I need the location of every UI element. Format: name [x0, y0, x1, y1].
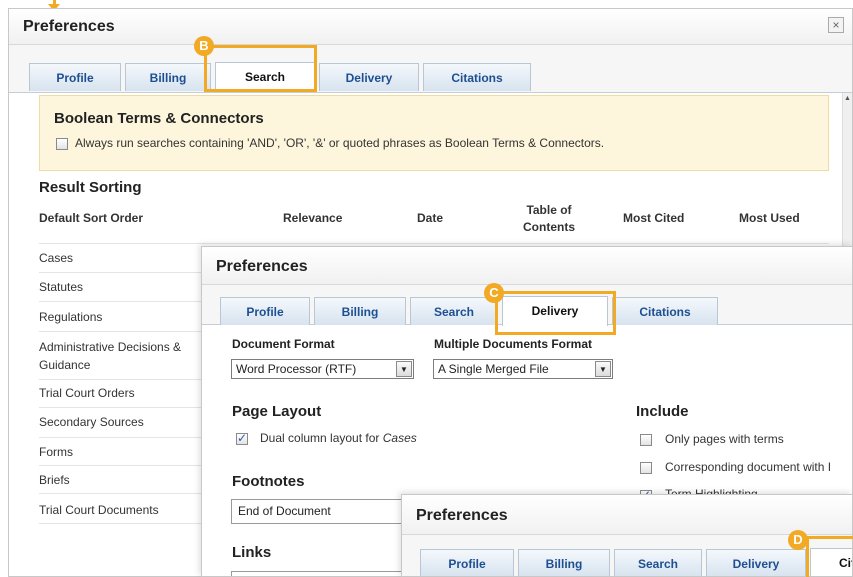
dialog-title: Preferences [216, 258, 308, 275]
row-divider [39, 523, 219, 524]
tab-delivery[interactable]: Delivery [319, 63, 419, 91]
callout-b-badge: B [194, 36, 214, 56]
tab-billing[interactable]: Billing [518, 549, 610, 576]
boolean-section: Boolean Terms & Connectors Always run se… [39, 95, 829, 171]
document-format-label: Document Format [232, 337, 335, 351]
row-divider [39, 301, 219, 302]
col-date: Date [417, 211, 444, 225]
multiple-format-value: A Single Merged File [438, 362, 549, 376]
document-format-select[interactable]: Word Processor (RTF) ▼ [231, 359, 414, 379]
row-forms: Forms [39, 445, 73, 459]
boolean-heading: Boolean Terms & Connectors [54, 110, 264, 127]
document-format-value: Word Processor (RTF) [236, 362, 357, 376]
col-most-used: Most Used [739, 211, 800, 225]
tab-search[interactable]: Search [215, 62, 315, 92]
tab-profile[interactable]: Profile [420, 549, 514, 576]
dialog-header: Preferences [402, 495, 852, 535]
result-sorting-heading: Result Sorting [39, 179, 142, 196]
row-divider [39, 379, 219, 380]
row-divider [39, 437, 219, 438]
dual-column-label: Dual column layout for Cases [260, 431, 417, 445]
corresponding-document-checkbox[interactable] [640, 462, 652, 474]
row-regulations: Regulations [39, 310, 103, 324]
multiple-format-label: Multiple Documents Format [434, 337, 593, 351]
callout-d-highlight [806, 536, 853, 577]
only-pages-checkbox[interactable] [640, 434, 652, 446]
row-divider [39, 493, 219, 494]
footnotes-heading: Footnotes [232, 473, 305, 490]
tab-bar: Profile Billing Search Delivery Citation… [9, 45, 852, 93]
row-trial-court-documents: Trial Court Documents [39, 503, 159, 517]
close-icon[interactable]: × [828, 17, 844, 33]
col-table-of-contents: Table of Contents [523, 203, 575, 234]
row-cases: Cases [39, 251, 74, 265]
row-divider [39, 243, 829, 244]
tab-billing[interactable]: Billing [314, 297, 406, 325]
row-administrative-decisions: Administrative Decisions & Guidance [39, 340, 182, 372]
col-default-sort-order: Default Sort Order [39, 211, 144, 225]
preferences-dialog-citations: Preferences Profile Billing Search Deliv… [401, 494, 853, 577]
tab-delivery[interactable]: Delivery [502, 296, 608, 326]
tab-citations[interactable]: Citations [423, 63, 531, 91]
dialog-title: Preferences [416, 507, 508, 524]
tab-profile[interactable]: Profile [29, 63, 121, 91]
row-divider [39, 407, 219, 408]
tab-profile[interactable]: Profile [220, 297, 310, 325]
dialog-header: Preferences [202, 247, 852, 285]
tab-search[interactable]: Search [410, 297, 498, 325]
dual-column-checkbox[interactable] [236, 431, 248, 445]
row-divider [39, 465, 219, 466]
footnotes-value: End of Document [238, 504, 331, 518]
only-pages-label: Only pages with terms [665, 432, 784, 446]
row-statutes: Statutes [39, 280, 84, 294]
dialog-title: Preferences [23, 18, 115, 35]
row-divider [39, 272, 219, 273]
tab-bar: Profile Billing Search Delivery Citation… [202, 285, 852, 326]
tab-delivery[interactable]: Delivery [706, 549, 806, 576]
links-heading: Links [232, 544, 272, 561]
row-trial-court-orders: Trial Court Orders [39, 386, 135, 400]
boolean-checkbox[interactable] [56, 138, 68, 150]
row-secondary-sources: Secondary Sources [39, 415, 144, 429]
tab-search[interactable]: Search [614, 549, 702, 576]
col-most-cited: Most Cited [623, 211, 685, 225]
callout-d-badge: D [788, 530, 808, 550]
dialog-header: Preferences × [9, 9, 852, 45]
row-briefs: Briefs [39, 473, 70, 487]
corresponding-document-label: Corresponding document with I [665, 460, 832, 474]
chevron-down-icon: ▼ [595, 361, 611, 377]
row-divider [39, 331, 219, 332]
boolean-checkbox-label: Always run searches containing 'AND', 'O… [75, 136, 605, 150]
multiple-format-select[interactable]: A Single Merged File ▼ [433, 359, 613, 379]
include-heading: Include [636, 403, 689, 420]
chevron-down-icon: ▼ [396, 361, 412, 377]
callout-c-badge: C [484, 283, 504, 303]
tab-citations[interactable]: Citations [612, 297, 718, 325]
tab-bar: Profile Billing Search Delivery Cit [402, 535, 852, 576]
page-layout-heading: Page Layout [232, 403, 322, 420]
scroll-up-arrow-icon[interactable]: ▲ [844, 95, 851, 102]
tab-billing[interactable]: Billing [125, 63, 211, 91]
col-relevance: Relevance [283, 211, 343, 225]
